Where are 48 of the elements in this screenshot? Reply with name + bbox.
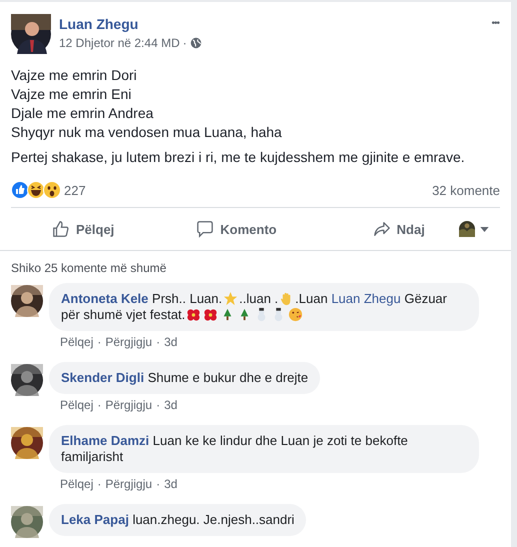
post-text: Pertej shakase, ju lutem brezi i ri, me te kujdesshem me gjinite e emrave. xyxy=(11,148,466,167)
laughing-face-icon[interactable] xyxy=(27,181,45,199)
commenter-name[interactable]: Antoneta Kele xyxy=(61,291,148,306)
separator-dot: · xyxy=(156,398,160,412)
globe-icon xyxy=(190,37,202,49)
separator-dot: · xyxy=(156,335,160,349)
mention-link[interactable]: Luan Zhegu xyxy=(331,291,401,306)
separator-dot: · xyxy=(182,36,187,50)
post-time[interactable]: 12 Dhjetor në 2:44 MD xyxy=(59,36,180,50)
reply-link[interactable]: Përgjigju xyxy=(105,477,152,491)
reaction-count[interactable]: 227 xyxy=(64,182,86,198)
more-options-button[interactable]: ••• xyxy=(491,14,499,33)
surprised-face-icon[interactable] xyxy=(43,181,61,199)
thumbs-up-icon xyxy=(52,220,70,238)
post-text: Vajze me emrin Dori Vajze me emrin Eni Djale me emrin Andrea Shyqyr nuk ma vendosen mua Luana, haha xyxy=(11,66,283,142)
share-button[interactable]: Ndaj xyxy=(366,216,431,242)
like-link[interactable]: Pëlqej xyxy=(60,335,94,349)
author-name[interactable]: Luan Zhegu xyxy=(59,16,202,32)
comment-age: 3d xyxy=(164,398,178,412)
more-comments-link[interactable]: Shiko 25 komente më shumë xyxy=(11,261,166,275)
separator-dot: · xyxy=(97,477,102,491)
separator-dot: · xyxy=(156,477,160,491)
like-button[interactable]: Pëlqej xyxy=(46,216,120,242)
flower-icon xyxy=(203,307,218,322)
comment-age: 3d xyxy=(164,335,178,349)
commenter-name[interactable]: Elhame Damzi xyxy=(61,433,150,448)
caret-icon[interactable] xyxy=(480,226,489,232)
comment-age: 3d xyxy=(164,477,178,491)
like-link[interactable]: Pëlqej xyxy=(60,477,94,491)
comment-bubble: Leka Papaj luan.zhegu. Je.njesh..sandri xyxy=(49,504,306,536)
comment-bubble: Antoneta Kele Prsh.. Luan. ..luan . .Luan Luan Zhegu Gëzuar për shumë vjet festat. xyxy=(49,283,479,331)
like-link[interactable]: Pëlqej xyxy=(60,398,94,412)
reply-link[interactable]: Përgjigju xyxy=(105,398,152,412)
share-arrow-icon xyxy=(372,220,391,238)
separator-dot: · xyxy=(97,398,102,412)
commenter-name[interactable]: Leka Papaj xyxy=(61,512,129,527)
separator-dot: · xyxy=(97,335,102,349)
comment-count[interactable]: 32 komente xyxy=(432,182,500,198)
comment-bubble: Elhame Damzi Luan ke ke lindur dhe Luan je zoti te bekofte familjarisht xyxy=(49,425,479,473)
flower-icon xyxy=(186,307,202,322)
kiss-icon xyxy=(288,307,304,322)
speech-bubble-icon xyxy=(196,220,214,238)
star-icon xyxy=(223,291,238,306)
like-reaction-icon[interactable] xyxy=(11,181,29,199)
reply-link[interactable]: Përgjigju xyxy=(105,335,152,349)
commenter-name[interactable]: Skender Digli xyxy=(61,370,144,385)
comment-bubble: Skender Digli Shume e bukur dhe e drejte xyxy=(49,362,320,394)
comment-button[interactable]: Komento xyxy=(190,216,283,242)
